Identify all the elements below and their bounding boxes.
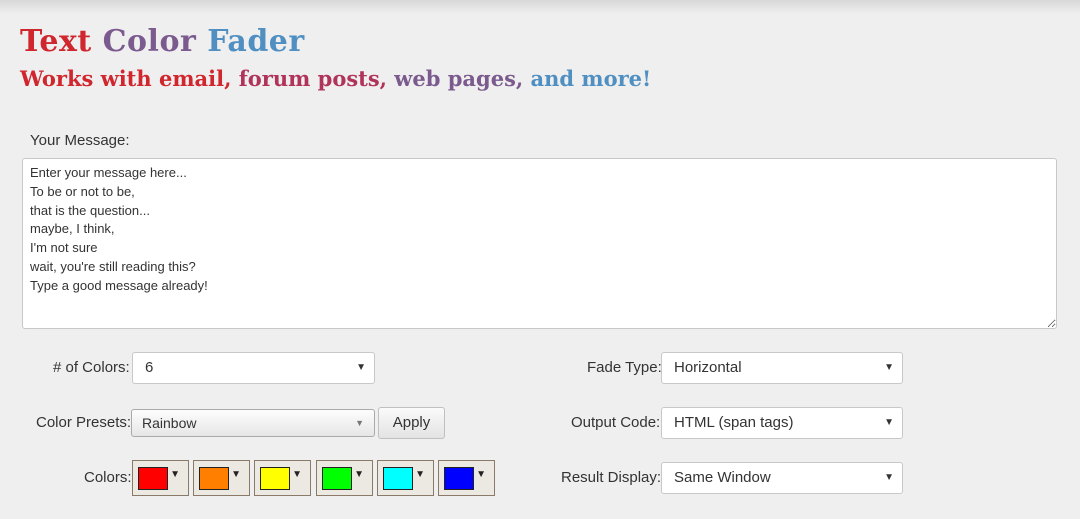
chevron-down-icon: ▼ [884, 417, 894, 428]
color-picker-1[interactable]: ▼ [132, 460, 189, 496]
title-word-3: Fader [207, 24, 305, 59]
fade-type-label: Fade Type: [587, 359, 662, 376]
chevron-down-icon: ▼ [354, 469, 364, 480]
fade-type-select[interactable]: Horizontal ▼ [661, 352, 903, 384]
apply-button[interactable]: Apply [378, 407, 445, 439]
num-colors-label: # of Colors: [53, 359, 130, 376]
message-label: Your Message: [30, 132, 130, 149]
subtitle-segment-4: and more! [530, 66, 652, 91]
color-picker-6[interactable]: ▼ [438, 460, 495, 496]
num-colors-value: 6 [145, 359, 154, 376]
chevron-down-icon: ▼ [355, 418, 364, 428]
chevron-down-icon: ▼ [884, 472, 894, 483]
chevron-down-icon: ▼ [292, 469, 302, 480]
subtitle-segment-1: Works with email, [20, 66, 239, 91]
color-swatch [322, 467, 352, 490]
color-swatch [444, 467, 474, 490]
title-word-1: Text [20, 24, 92, 59]
output-code-label: Output Code: [571, 414, 661, 431]
color-swatch [199, 467, 229, 490]
chevron-down-icon: ▼ [231, 469, 241, 480]
page-title: Text Color Fader [20, 24, 305, 59]
output-code-value: HTML (span tags) [674, 414, 794, 431]
top-shadow-bar [0, 0, 1080, 14]
color-picker-3[interactable]: ▼ [254, 460, 311, 496]
chevron-down-icon: ▼ [170, 469, 180, 480]
subtitle-segment-3: web pages, [394, 66, 531, 91]
color-swatch [138, 467, 168, 490]
result-display-label: Result Display: [561, 469, 662, 486]
color-picker-2[interactable]: ▼ [193, 460, 250, 496]
output-code-select[interactable]: HTML (span tags) ▼ [661, 407, 903, 439]
subtitle-segment-2: forum posts, [238, 66, 395, 91]
page-subtitle: Works with email, forum posts, web pages… [20, 66, 651, 91]
color-presets-value: Rainbow [142, 415, 197, 431]
message-textarea[interactable] [22, 158, 1057, 329]
title-word-2: Color [102, 24, 197, 59]
num-colors-select[interactable]: 6 ▼ [132, 352, 375, 384]
fade-type-value: Horizontal [674, 359, 742, 376]
color-swatch [260, 467, 290, 490]
color-picker-5[interactable]: ▼ [377, 460, 434, 496]
chevron-down-icon: ▼ [476, 469, 486, 480]
color-swatch [383, 467, 413, 490]
chevron-down-icon: ▼ [884, 362, 894, 373]
color-presets-select[interactable]: Rainbow ▼ [131, 409, 375, 437]
color-presets-label: Color Presets: [36, 414, 132, 431]
result-display-value: Same Window [674, 469, 771, 486]
chevron-down-icon: ▼ [415, 469, 425, 480]
color-picker-4[interactable]: ▼ [316, 460, 373, 496]
colors-label: Colors: [84, 469, 132, 486]
chevron-down-icon: ▼ [356, 362, 366, 373]
result-display-select[interactable]: Same Window ▼ [661, 462, 903, 494]
